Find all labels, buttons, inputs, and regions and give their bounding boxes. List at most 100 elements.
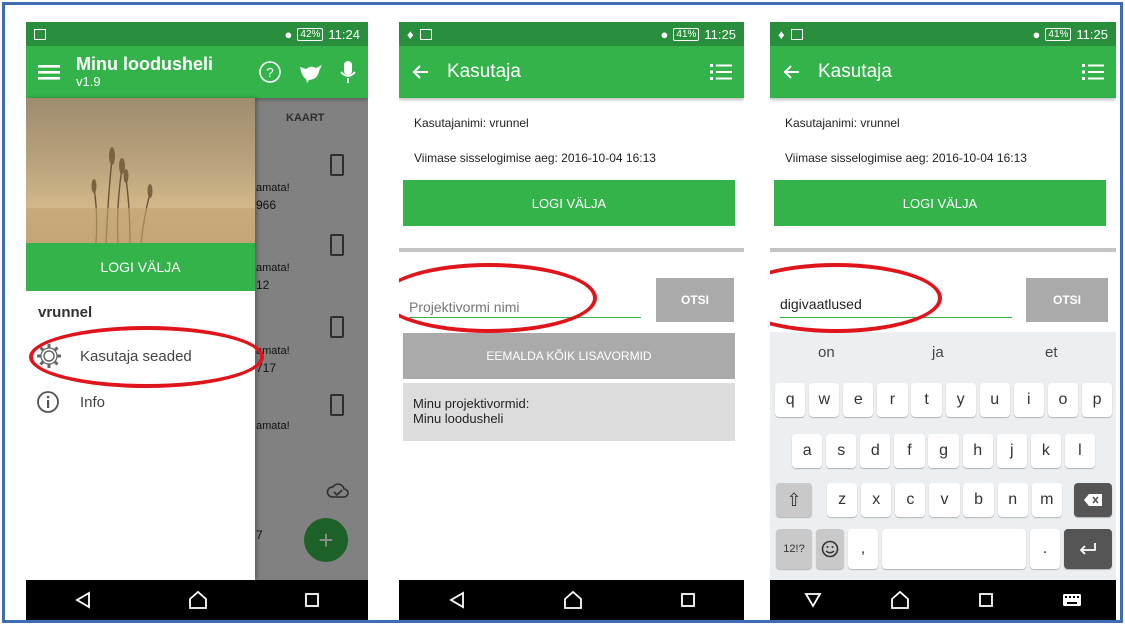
suggestion-item[interactable]: et: [1045, 344, 1058, 361]
shift-key[interactable]: ⇧: [776, 483, 812, 517]
key-t[interactable]: t: [911, 383, 942, 417]
last-login-line: Viimase sisselogimise aeg: 2016-10-04 16…: [785, 151, 1027, 165]
back-nav-icon[interactable]: [448, 591, 466, 609]
microphone-icon[interactable]: [340, 60, 356, 84]
key-o[interactable]: o: [1047, 383, 1079, 417]
key-n[interactable]: n: [997, 483, 1028, 517]
key-z[interactable]: z: [827, 483, 858, 517]
enter-icon: [1079, 543, 1096, 555]
key-l[interactable]: l: [1064, 434, 1096, 468]
page-title: Kasutaja: [447, 61, 521, 82]
gallery-icon: [34, 28, 46, 40]
suggestion-item[interactable]: ja: [932, 344, 944, 361]
list-menu-icon[interactable]: [1082, 63, 1104, 81]
key-g[interactable]: g: [928, 434, 959, 468]
project-form-search-input[interactable]: digivaatlused: [780, 296, 1012, 318]
keyboard-icon[interactable]: [1062, 593, 1082, 607]
space-key[interactable]: [882, 529, 1026, 569]
bird-icon[interactable]: [298, 61, 324, 83]
symbols-key[interactable]: 12!?: [776, 529, 812, 569]
battery-indicator: 41%: [1045, 27, 1072, 41]
phone-keyboard-screen: ♦ ● 41% 11:25 Kasutaja Kasutajanimi: vru…: [770, 22, 1116, 620]
key-v[interactable]: v: [929, 483, 960, 517]
battery-indicator: 42%: [297, 27, 324, 41]
key-d[interactable]: d: [860, 434, 891, 468]
home-nav-icon[interactable]: [188, 590, 208, 610]
key-a[interactable]: a: [792, 434, 823, 468]
home-nav-icon[interactable]: [890, 590, 910, 610]
arrow-back-icon[interactable]: [782, 64, 800, 80]
phone-user-screen: ♦ ● 41% 11:25 Kasutaja Kasutajanimi: vru…: [399, 22, 744, 620]
search-button[interactable]: OTSI: [656, 278, 734, 322]
key-u[interactable]: u: [979, 383, 1010, 417]
key-c[interactable]: c: [895, 483, 926, 517]
notification-icon: ♦: [778, 26, 785, 42]
project-form-search-input[interactable]: [409, 296, 641, 318]
header-image: [26, 98, 255, 243]
period-key[interactable]: .: [1030, 529, 1060, 569]
forms-heading: Minu projektivormid:: [413, 396, 530, 411]
emoji-key[interactable]: [816, 529, 844, 569]
status-bar: ● 42% 11:24: [26, 22, 368, 46]
battery-indicator: 41%: [673, 27, 700, 41]
key-w[interactable]: w: [809, 383, 840, 417]
navigation-bar: [770, 580, 1116, 620]
menu-item-label: Info: [80, 393, 106, 411]
info-icon: [37, 391, 59, 413]
navigation-bar: [399, 580, 744, 620]
suggestion-strip: on ja et: [770, 332, 1116, 372]
suggestion-item[interactable]: on: [818, 344, 835, 361]
key-x[interactable]: x: [861, 483, 892, 517]
divider: [770, 248, 1116, 252]
key-s[interactable]: s: [826, 434, 857, 468]
key-p[interactable]: p: [1081, 383, 1113, 417]
recents-nav-icon[interactable]: [680, 592, 696, 608]
key-j[interactable]: j: [996, 434, 1027, 468]
username-line: Kasutajanimi: vrunnel: [414, 116, 529, 130]
key-i[interactable]: i: [1013, 383, 1044, 417]
logout-button[interactable]: LOGI VÄLJA: [26, 243, 255, 291]
status-bar: ♦ ● 41% 11:25: [399, 22, 744, 46]
username-line: Kasutajanimi: vrunnel: [785, 116, 900, 130]
navigation-drawer: LOGI VÄLJA vrunnel Kasutaja seaded Info: [26, 98, 255, 580]
hide-keyboard-icon[interactable]: [804, 592, 822, 608]
back-nav-icon[interactable]: [74, 591, 92, 609]
wifi-icon: ●: [1032, 26, 1041, 42]
menu-item-info[interactable]: Info: [26, 382, 255, 422]
enter-key[interactable]: [1064, 529, 1112, 569]
comma-key[interactable]: ,: [848, 529, 878, 569]
list-menu-icon[interactable]: [710, 63, 732, 81]
backspace-key[interactable]: [1074, 483, 1112, 517]
emoji-icon: [821, 540, 839, 558]
key-q[interactable]: q: [775, 383, 806, 417]
home-nav-icon[interactable]: [563, 590, 583, 610]
key-r[interactable]: r: [877, 383, 908, 417]
notification-icon: ♦: [407, 26, 414, 42]
status-bar: ♦ ● 41% 11:25: [770, 22, 1116, 46]
recents-nav-icon[interactable]: [304, 592, 320, 608]
recents-nav-icon[interactable]: [978, 592, 994, 608]
gallery-icon: [419, 28, 432, 40]
key-h[interactable]: h: [962, 434, 993, 468]
key-e[interactable]: e: [843, 383, 874, 417]
logout-button[interactable]: LOGI VÄLJA: [774, 180, 1106, 226]
menu-item-user-settings[interactable]: Kasutaja seaded: [26, 332, 255, 380]
forms-item[interactable]: Minu loodusheli: [413, 411, 725, 426]
clock: 11:25: [1076, 26, 1108, 42]
search-button[interactable]: OTSI: [1026, 278, 1108, 322]
clock: 11:24: [328, 26, 360, 42]
app-title: Minu loodusheli: [76, 53, 213, 74]
help-icon[interactable]: ?: [258, 60, 282, 84]
remove-all-forms-button[interactable]: EEMALDA KÕIK LISAVORMID: [403, 333, 735, 379]
key-b[interactable]: b: [963, 483, 994, 517]
key-y[interactable]: y: [945, 383, 976, 417]
arrow-back-icon[interactable]: [411, 64, 429, 80]
app-bar: Kasutaja: [399, 46, 744, 98]
hamburger-menu-icon[interactable]: [38, 63, 60, 81]
menu-item-label: Kasutaja seaded: [80, 347, 192, 365]
my-forms-panel: Minu projektivormid: Minu loodusheli: [403, 383, 735, 441]
key-k[interactable]: k: [1030, 434, 1061, 468]
logout-button[interactable]: LOGI VÄLJA: [403, 180, 735, 226]
key-m[interactable]: m: [1031, 483, 1062, 517]
key-f[interactable]: f: [894, 434, 925, 468]
